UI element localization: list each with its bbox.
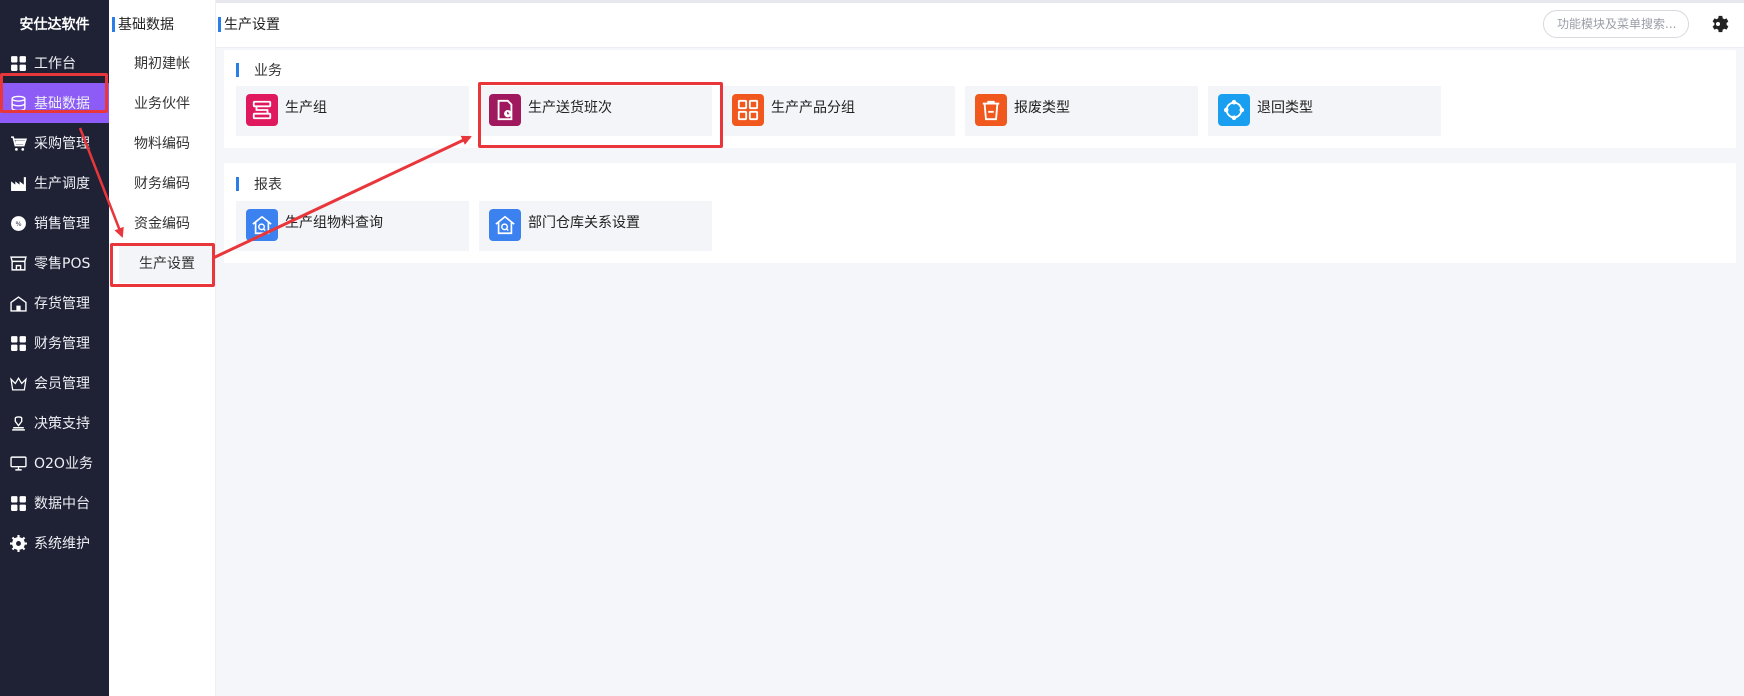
nav-item[interactable]: 采购管理 [0, 123, 109, 163]
nav-item-label: 零售POS [34, 256, 91, 272]
section-reports: 报表 生产组物料查询 部门仓库关系设置 [224, 163, 1736, 263]
accent-bar [236, 177, 239, 191]
section-title: 业务 [236, 60, 282, 80]
nav-item[interactable]: % 销售管理 [0, 203, 109, 243]
card-label: 部门仓库关系设置 [528, 215, 640, 231]
nav-item[interactable]: O2O业务 [0, 443, 109, 483]
nav-item-label: 生产调度 [34, 176, 90, 192]
top-bar: 生产设置 [216, 0, 1744, 48]
section-title-text: 业务 [254, 63, 282, 79]
function-card[interactable]: 生产组 [236, 86, 469, 136]
nav-item-label: 系统维护 [34, 536, 90, 552]
nav-item-label: 财务管理 [34, 336, 90, 352]
nav-item-label: 采购管理 [34, 136, 90, 152]
card-label: 生产组 [285, 100, 327, 116]
sale-badge-icon: % [9, 214, 27, 232]
store-icon [9, 254, 27, 272]
home-search-icon [489, 209, 521, 241]
grid-icon [9, 54, 27, 72]
grid-icon [9, 334, 27, 352]
accent-bar [218, 16, 221, 32]
nav-item[interactable]: 零售POS [0, 243, 109, 283]
nav-item[interactable]: 会员管理 [0, 363, 109, 403]
main-nav: 安仕达软件 工作台 基础数据 采购管理 生产调度% 销售管理 零售POS 存货管理 财务管理会… [0, 0, 109, 696]
settings-gear-icon[interactable] [1707, 13, 1729, 35]
svg-text:%: % [15, 220, 21, 228]
home-search-icon [246, 209, 278, 241]
function-card[interactable]: 生产组物料查询 [236, 201, 469, 251]
nav-item-label: 决策支持 [34, 416, 90, 432]
grid-icon [9, 494, 27, 512]
accent-bar [112, 16, 115, 32]
subnav-item[interactable]: 物料编码 [109, 123, 215, 163]
nav-item[interactable]: 数据中台 [0, 483, 109, 523]
stamp-icon [9, 414, 27, 432]
function-card[interactable]: 报废类型 [965, 86, 1198, 136]
subnav-item[interactable]: 业务伙伴 [109, 83, 215, 123]
page-title-text: 生产设置 [224, 17, 280, 33]
delivery-shift-icon [489, 94, 521, 126]
section-title-text: 报表 [254, 177, 282, 193]
nav-item-label: 销售管理 [34, 216, 90, 232]
card-label: 生产送货班次 [528, 100, 612, 116]
production-group-icon [246, 94, 278, 126]
nav-item[interactable]: 财务管理 [0, 323, 109, 363]
subnav-item[interactable]: 资金编码 [109, 203, 215, 243]
section-title: 报表 [236, 174, 282, 194]
card-label: 报废类型 [1014, 100, 1070, 116]
nav-item-label: O2O业务 [34, 456, 93, 472]
section-business: 业务 生产组 生产送货班次 生产产品分组 报废类型 退回类型 [224, 50, 1736, 148]
nav-item-label: 存货管理 [34, 296, 90, 312]
subnav-item[interactable]: 生产设置 [119, 243, 215, 283]
subnav-title-text: 基础数据 [118, 17, 174, 33]
trash-icon [975, 94, 1007, 126]
nav-item-label: 会员管理 [34, 376, 90, 392]
subnav-title: 基础数据 [109, 0, 215, 48]
nav-item[interactable]: 基础数据 [0, 83, 109, 123]
gear-icon [9, 534, 27, 552]
nav-item-label: 基础数据 [34, 96, 90, 112]
monitor-icon [9, 454, 27, 472]
page-title: 生产设置 [218, 14, 280, 34]
nav-item[interactable]: 系统维护 [0, 523, 109, 563]
function-card[interactable]: 生产送货班次 [479, 86, 712, 136]
warehouse-icon [9, 294, 27, 312]
crown-icon [9, 374, 27, 392]
subnav-item[interactable]: 财务编码 [109, 163, 215, 203]
search-input[interactable] [1543, 10, 1689, 38]
nav-item[interactable]: 生产调度 [0, 163, 109, 203]
product-group-icon [732, 94, 764, 126]
function-card[interactable]: 生产产品分组 [722, 86, 955, 136]
return-type-icon [1218, 94, 1250, 126]
nav-item[interactable]: 决策支持 [0, 403, 109, 443]
content-area: 业务 生产组 生产送货班次 生产产品分组 报废类型 退回类型 报表 生产组物料查询 部门仓… [216, 48, 1744, 696]
sub-nav: 基础数据 期初建帐 业务伙伴 物料编码 财务编码 资金编码 生产设置 [109, 0, 216, 696]
nav-item[interactable]: 工作台 [0, 43, 109, 83]
subnav-item[interactable]: 期初建帐 [109, 43, 215, 83]
cart-icon [9, 134, 27, 152]
function-card[interactable]: 部门仓库关系设置 [479, 201, 712, 251]
card-label: 生产组物料查询 [285, 215, 383, 231]
nav-item[interactable]: 存货管理 [0, 283, 109, 323]
function-card[interactable]: 退回类型 [1208, 86, 1441, 136]
factory-icon [9, 174, 27, 192]
database-icon [9, 94, 27, 112]
card-label: 生产产品分组 [771, 100, 855, 116]
accent-bar [236, 63, 239, 77]
nav-item-label: 工作台 [34, 56, 76, 72]
nav-item-label: 数据中台 [34, 496, 90, 512]
card-label: 退回类型 [1257, 100, 1313, 116]
